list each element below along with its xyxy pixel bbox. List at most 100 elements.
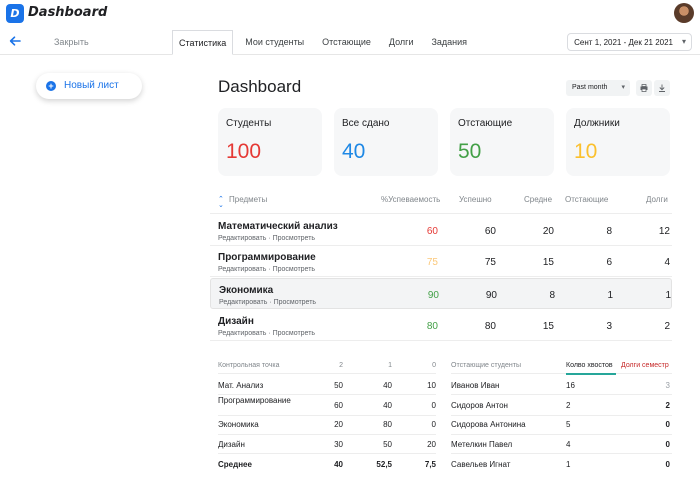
tails-cell: 2 — [566, 401, 571, 410]
column-header-subjects[interactable]: Предметы — [229, 195, 267, 211]
debts-cell: 0 — [665, 420, 670, 429]
row-actions[interactable]: Редактировать · Просмотреть — [218, 330, 315, 337]
column-header-debts[interactable]: Долги — [646, 195, 668, 211]
top-bar: D Dashboard — [0, 0, 700, 26]
debts-cell: 2 — [665, 401, 670, 410]
percent-cell: 80 — [426, 321, 438, 332]
table-row[interactable]: Экономика Редактировать · Просмотреть 90… — [210, 278, 672, 309]
logo-icon: D — [6, 4, 24, 23]
divider — [451, 394, 672, 395]
divider — [451, 453, 672, 454]
close-link[interactable]: Закрыть — [54, 37, 89, 47]
stat-label: Должники — [574, 118, 620, 129]
success-cell: 60 — [484, 226, 496, 237]
checkpoint-cell: 80 — [383, 420, 392, 429]
chevron-down-icon: ▾ — [621, 84, 625, 91]
checkpoint-cell: 20 — [334, 420, 343, 429]
new-sheet-button[interactable]: + Новый лист — [36, 73, 142, 99]
tab-bar: Статистика Мои студенты Отстающие Долги … — [172, 30, 479, 55]
stat-value: 100 — [226, 140, 262, 163]
checkpoint-footer-cell: 52,5 — [376, 460, 392, 469]
percent-cell: 75 — [426, 257, 438, 268]
tab-assignments[interactable]: Задания — [425, 30, 473, 55]
debts-cell: 4 — [664, 257, 670, 268]
checkpoint-name: Экономика — [218, 420, 259, 429]
student-name: Сидоров Антон — [451, 401, 508, 410]
header-divider — [210, 213, 672, 214]
divider — [451, 373, 672, 374]
checkpoint-name: Дизайн — [218, 440, 245, 449]
tab-my-students[interactable]: Мои студенты — [239, 30, 310, 55]
student-name: Сидорова Антонина — [451, 420, 526, 429]
average-cell: 8 — [549, 290, 555, 301]
checkpoint-cell: 30 — [334, 440, 343, 449]
checkpoint-footer-cell: 40 — [334, 460, 343, 469]
student-name: Савельев Игнат — [451, 460, 511, 469]
divider — [218, 434, 436, 435]
stat-value: 10 — [574, 140, 598, 163]
behind-cell: 8 — [606, 226, 612, 237]
behind-cell: 3 — [606, 321, 612, 332]
avatar[interactable] — [674, 3, 694, 23]
checkpoint-cell: 0 — [431, 401, 436, 410]
percent-cell: 90 — [427, 290, 439, 301]
stat-card-lagging[interactable]: Отстающие 50 — [450, 108, 554, 176]
download-icon[interactable] — [654, 80, 670, 96]
checkpoint-name: Мат. Анализ — [218, 381, 264, 390]
date-range-picker[interactable]: Сент 1, 2021 - Дек 21 2021 ▾ — [567, 33, 692, 51]
checkpoint-cell: 40 — [383, 401, 392, 410]
column-header-average[interactable]: Средне — [524, 195, 552, 211]
column-header-grade-1: 1 — [388, 362, 392, 369]
app-title: Dashboard — [28, 5, 108, 20]
success-cell: 90 — [485, 290, 497, 301]
table-row[interactable]: Программирование Редактировать · Просмот… — [210, 246, 672, 277]
subject-name: Экономика — [219, 285, 274, 296]
stat-value: 40 — [342, 140, 366, 163]
checkpoint-footer-name: Среднее — [218, 460, 252, 469]
column-header-success[interactable]: Успешно — [459, 195, 492, 211]
sort-icon[interactable]: ⌃ ⌄ — [218, 196, 224, 209]
column-header-grade-2: 2 — [339, 362, 343, 369]
checkpoint-footer-cell: 7,5 — [424, 460, 436, 469]
tab-lagging[interactable]: Отстающие — [316, 30, 377, 55]
table-row[interactable]: Дизайн Редактировать · Просмотреть 80 80… — [210, 310, 672, 341]
new-sheet-label: Новый лист — [64, 80, 119, 91]
stat-value: 50 — [458, 140, 482, 163]
print-icon[interactable] — [636, 80, 652, 96]
column-header-percent[interactable]: %Успеваемость — [381, 195, 440, 211]
row-actions[interactable]: Редактировать · Просмотреть — [218, 266, 315, 273]
tails-cell: 16 — [566, 381, 575, 390]
column-header-grade-0: 0 — [432, 362, 436, 369]
tab-statistics[interactable]: Статистика — [172, 30, 234, 55]
column-header-checkpoint: Контрольная точка — [218, 362, 280, 369]
table-row[interactable]: Математический анализ Редактировать · Пр… — [210, 215, 672, 246]
column-header-semester-debts[interactable]: Долги семестр — [621, 362, 669, 369]
plus-icon: + — [46, 81, 56, 91]
student-name: Иванов Иван — [451, 381, 500, 390]
divider — [451, 415, 672, 416]
tails-cell: 5 — [566, 420, 571, 429]
stat-card-debtors[interactable]: Должники 10 — [566, 108, 670, 176]
column-header-lagging-students: Отстающие студенты — [451, 362, 521, 369]
date-range-value: Сент 1, 2021 - Дек 21 2021 — [574, 38, 673, 47]
row-actions[interactable]: Редактировать · Просмотреть — [218, 235, 315, 242]
stat-label: Отстающие — [458, 118, 513, 129]
behind-cell: 1 — [607, 290, 613, 301]
period-select[interactable]: Past month ▾ — [566, 80, 630, 96]
average-cell: 15 — [542, 257, 554, 268]
checkpoint-cell: 50 — [383, 440, 392, 449]
column-header-behind[interactable]: Отстающие — [565, 195, 608, 211]
tab-debts[interactable]: Долги — [383, 30, 420, 55]
stat-card-all-passed[interactable]: Все сдано 40 — [334, 108, 438, 176]
tails-cell: 4 — [566, 440, 571, 449]
period-value: Past month — [572, 84, 608, 91]
column-header-tails[interactable]: Колво хвостов — [566, 362, 613, 369]
row-actions[interactable]: Редактировать · Просмотреть — [219, 299, 316, 306]
checkpoint-cell: 60 — [334, 401, 343, 410]
success-cell: 80 — [484, 321, 496, 332]
nav-bar: Закрыть Статистика Мои студенты Отстающи… — [0, 30, 700, 55]
back-arrow-icon[interactable] — [8, 34, 22, 48]
debts-cell: 2 — [664, 321, 670, 332]
stat-card-students[interactable]: Студенты 100 — [218, 108, 322, 176]
page-title: Dashboard — [218, 77, 302, 96]
